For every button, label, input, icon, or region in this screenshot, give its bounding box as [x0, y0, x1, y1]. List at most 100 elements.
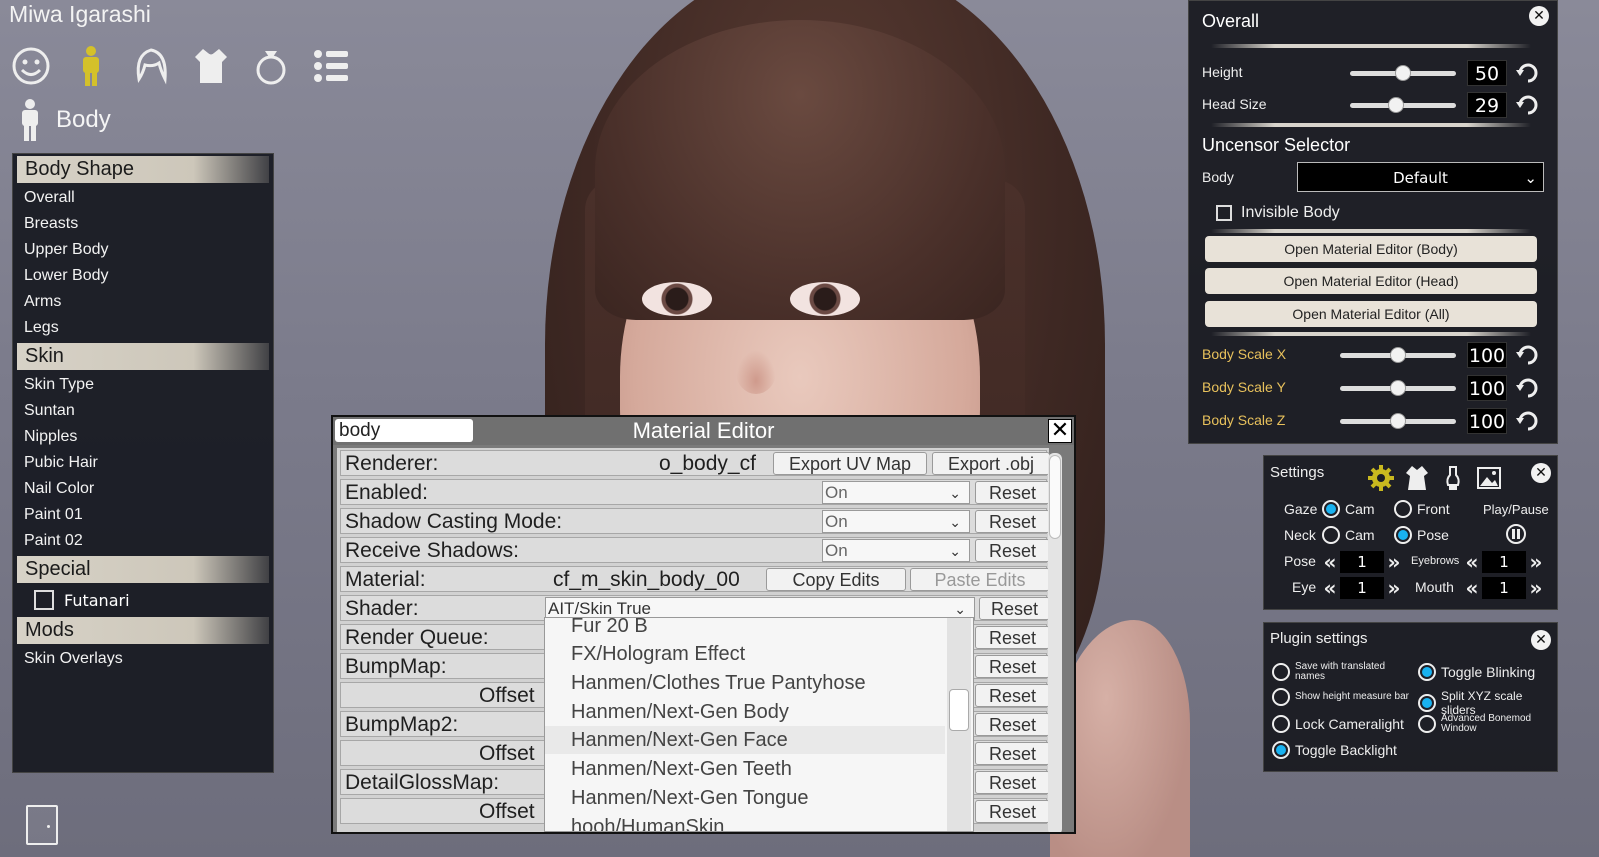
reset-icon[interactable]	[1515, 92, 1541, 118]
category-item-paint-01[interactable]: Paint 01	[13, 502, 273, 528]
uncensor-body-dropdown[interactable]: Default ⌄	[1297, 162, 1544, 192]
body-scale-x-value[interactable]: 100	[1467, 342, 1507, 368]
open-material-editor-head-button[interactable]: Open Material Editor (Head)	[1205, 268, 1537, 294]
reset-button[interactable]: Reset	[975, 742, 1050, 765]
export-uv-map-button[interactable]: Export UV Map	[773, 452, 927, 475]
category-item-arms[interactable]: Arms	[13, 289, 273, 315]
chevron-right-icon[interactable]: »	[1526, 551, 1546, 573]
reset-button[interactable]: Reset	[975, 713, 1050, 736]
shader-option[interactable]: Hanmen/Next-Gen Teeth	[545, 755, 945, 783]
light-bulb-icon[interactable]	[1444, 465, 1462, 491]
chevron-right-icon[interactable]: »	[1384, 551, 1404, 573]
show-height-bar-toggle[interactable]: Show height measure bar	[1272, 688, 1415, 706]
receive-shadows-dropdown[interactable]: On ⌄	[822, 539, 970, 562]
invisible-body-checkbox[interactable]	[1216, 205, 1232, 221]
category-item-pubic-hair[interactable]: Pubic Hair	[13, 450, 273, 476]
category-item-paint-02[interactable]: Paint 02	[13, 528, 273, 554]
reset-button[interactable]: Reset	[975, 655, 1050, 678]
shader-option[interactable]: FX/Hologram Effect	[545, 640, 945, 668]
body-scale-y-value[interactable]: 100	[1467, 375, 1507, 401]
category-item-skin-overlays[interactable]: Skin Overlays	[13, 646, 273, 672]
category-item-overall[interactable]: Overall	[13, 185, 273, 211]
clothing-icon[interactable]	[190, 44, 232, 88]
shader-option[interactable]: hooh/HumanSkin	[545, 813, 945, 831]
mouth-stepper[interactable]: « 1 »	[1462, 577, 1546, 599]
close-icon[interactable]: ✕	[1531, 630, 1551, 650]
list-icon[interactable]	[310, 44, 352, 88]
scrollbar-thumb[interactable]	[1049, 455, 1061, 539]
copy-edits-button[interactable]: Copy Edits	[766, 568, 906, 591]
reset-icon[interactable]	[1515, 408, 1541, 434]
radio[interactable]	[1272, 663, 1290, 681]
reset-button[interactable]: Reset	[975, 539, 1050, 562]
export-obj-button[interactable]: Export .obj	[932, 452, 1050, 475]
gaze-front-radio[interactable]	[1394, 500, 1412, 518]
shader-list-scrollbar[interactable]	[947, 618, 971, 831]
shader-dropdown-list[interactable]: Fur 20 B FX/Hologram Effect Hanmen/Cloth…	[544, 617, 974, 832]
scrollbar-thumb[interactable]	[949, 689, 969, 731]
dress-icon[interactable]	[1404, 464, 1430, 492]
face-icon[interactable]	[10, 44, 52, 88]
shader-option[interactable]: Hanmen/Clothes True Pantyhose	[545, 669, 945, 697]
chevron-left-icon[interactable]: «	[1320, 551, 1340, 573]
exit-door-icon[interactable]	[26, 805, 58, 845]
toggle-backlight-toggle[interactable]: Toggle Backlight	[1272, 741, 1397, 759]
open-material-editor-all-button[interactable]: Open Material Editor (All)	[1205, 301, 1537, 327]
eyebrows-stepper[interactable]: « 1 »	[1462, 551, 1546, 573]
futanari-checkbox[interactable]	[34, 590, 54, 610]
reset-button[interactable]: Reset	[975, 684, 1050, 707]
toggle-blinking-toggle[interactable]: Toggle Blinking	[1418, 663, 1535, 681]
head-size-value[interactable]: 29	[1467, 92, 1507, 118]
lock-cameralight-toggle[interactable]: Lock Cameralight	[1272, 715, 1404, 733]
reset-button[interactable]: Reset	[975, 771, 1050, 794]
pose-stepper[interactable]: « 1 »	[1320, 551, 1404, 573]
category-item-breasts[interactable]: Breasts	[13, 211, 273, 237]
radio[interactable]	[1272, 688, 1290, 706]
close-icon[interactable]: ✕	[1531, 463, 1551, 483]
close-icon[interactable]: ✕	[1048, 419, 1072, 443]
chevron-left-icon[interactable]: «	[1320, 577, 1340, 599]
reset-button[interactable]: Reset	[979, 597, 1050, 620]
head-size-slider-knob[interactable]	[1388, 97, 1404, 113]
play-pause-icon[interactable]	[1505, 523, 1527, 545]
radio[interactable]	[1272, 741, 1290, 759]
save-translated-names-toggle[interactable]: Save with translated names	[1272, 662, 1415, 682]
body-scale-y-knob[interactable]	[1390, 380, 1406, 396]
category-item-nipples[interactable]: Nipples	[13, 424, 273, 450]
advanced-bonemod-toggle[interactable]: Advanced Bonemod Window	[1418, 714, 1556, 734]
reset-icon[interactable]	[1515, 375, 1541, 401]
height-value[interactable]: 50	[1467, 60, 1507, 86]
chevron-right-icon[interactable]: »	[1526, 577, 1546, 599]
category-item-nail-color[interactable]: Nail Color	[13, 476, 273, 502]
reset-icon[interactable]	[1515, 60, 1541, 86]
open-material-editor-body-button[interactable]: Open Material Editor (Body)	[1205, 236, 1537, 262]
category-item-lower-body[interactable]: Lower Body	[13, 263, 273, 289]
shader-option-highlighted[interactable]: Hanmen/Next-Gen Face	[545, 726, 945, 754]
chevron-left-icon[interactable]: «	[1462, 551, 1482, 573]
shader-option[interactable]: Hanmen/Next-Gen Body	[545, 698, 945, 726]
futanari-toggle[interactable]: Futanari	[13, 585, 273, 615]
gaze-cam-radio[interactable]	[1322, 500, 1340, 518]
radio[interactable]	[1272, 715, 1290, 733]
accessory-ring-icon[interactable]	[250, 44, 292, 88]
category-item-legs[interactable]: Legs	[13, 315, 273, 341]
radio[interactable]	[1418, 715, 1436, 733]
material-editor-titlebar[interactable]: Material Editor ✕	[333, 417, 1074, 445]
neck-pose-radio[interactable]	[1394, 526, 1412, 544]
reset-button[interactable]: Reset	[975, 510, 1050, 533]
gear-icon[interactable]	[1367, 464, 1395, 492]
body-figure-icon[interactable]	[70, 44, 112, 88]
eye-stepper[interactable]: « 1 »	[1320, 577, 1404, 599]
body-scale-z-knob[interactable]	[1390, 413, 1406, 429]
image-icon[interactable]	[1476, 465, 1502, 491]
enabled-dropdown[interactable]: On ⌄	[822, 481, 970, 504]
category-item-skin-type[interactable]: Skin Type	[13, 372, 273, 398]
body-scale-x-knob[interactable]	[1390, 347, 1406, 363]
neck-cam-radio[interactable]	[1322, 526, 1340, 544]
category-item-suntan[interactable]: Suntan	[13, 398, 273, 424]
reset-button[interactable]: Reset	[975, 481, 1050, 504]
reset-button[interactable]: Reset	[975, 626, 1050, 649]
radio[interactable]	[1418, 694, 1436, 712]
shadow-casting-dropdown[interactable]: On ⌄	[822, 510, 970, 533]
close-icon[interactable]: ✕	[1529, 6, 1549, 26]
